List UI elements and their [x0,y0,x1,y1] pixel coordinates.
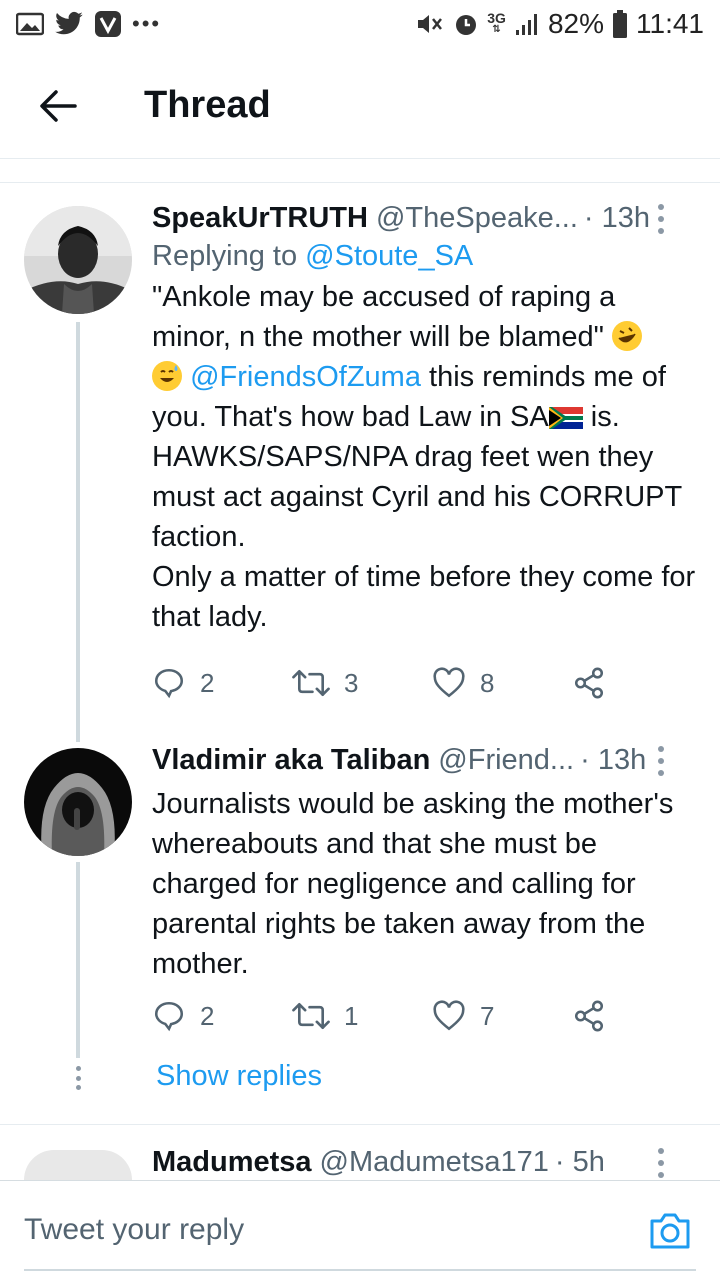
divider [0,158,720,159]
v-app-notification-icon [94,10,122,38]
avatar[interactable] [24,748,132,856]
tweet-actions: 2 1 7 [152,999,606,1033]
reply-input[interactable]: Tweet your reply [24,1213,244,1247]
reply-icon [154,1001,184,1032]
share-icon [574,667,604,699]
tweet-header: Vladimir aka Taliban @Friend... · 13h [152,740,696,780]
retweet-icon [292,1002,330,1030]
share-button[interactable] [572,999,606,1033]
more-options-icon[interactable] [656,204,666,234]
thread-connector [76,862,80,1058]
reply-count: 2 [200,1000,215,1031]
user-name[interactable]: Madumetsa [152,1146,312,1179]
user-handle[interactable]: @Friend... [438,744,574,777]
mention-link[interactable]: @FriendsOfZuma [190,361,421,393]
reply-button[interactable]: 2 [152,999,292,1033]
retweet-button[interactable]: 3 [292,668,432,699]
input-underline [24,1269,696,1271]
page-title: Thread [144,84,271,126]
reply-icon [154,668,184,699]
arrow-left-icon [40,90,77,122]
network-type: 3G ⇅ [487,10,506,35]
tweet-time: · 13h [580,743,647,776]
grinning-sweat-emoji-icon [152,361,182,391]
more-notifications-icon: ••• [132,11,162,36]
tweet-text: "Ankole may be accused of raping a minor… [152,281,696,633]
mute-icon [415,11,445,37]
like-button[interactable]: 7 [432,1000,572,1032]
battery-icon [612,9,628,39]
avatar[interactable] [24,206,132,314]
retweet-icon [292,669,330,697]
tweet[interactable]: SpeakUrTRUTH @TheSpeake... · 13h Replyin… [152,198,696,637]
retweet-count: 1 [344,1000,359,1031]
tweet[interactable]: Madumetsa @Madumetsa171 · 5h [152,1142,696,1182]
user-handle[interactable]: @TheSpeake... [376,202,578,235]
share-button[interactable] [572,666,606,700]
back-button[interactable] [36,84,80,128]
battery-percent: 82% [547,8,604,39]
reply-composer[interactable]: Tweet your reply [0,1180,720,1280]
gallery-notification-icon [16,12,44,36]
replying-to: Replying to @Stoute_SA [152,240,474,272]
retweet-count: 3 [344,667,359,698]
clock: 11:41 [636,8,704,39]
like-count: 7 [480,1000,495,1031]
reply-button[interactable]: 2 [152,666,292,700]
heart-icon [433,1000,465,1031]
south-africa-flag-icon [548,407,583,429]
share-icon [574,1000,604,1032]
divider [0,182,720,183]
more-options-icon[interactable] [656,746,666,776]
tweet-time: · 5h [554,1145,605,1178]
tweet[interactable]: Vladimir aka Taliban @Friend... · 13h Jo… [152,740,696,984]
camera-icon[interactable] [648,1211,692,1251]
status-bar: ••• 3G ⇅ 82% 11:41 [0,0,720,48]
tweet-header: Madumetsa @Madumetsa171 · 5h [152,1142,696,1182]
heart-icon [433,667,465,698]
like-button[interactable]: 8 [432,667,572,699]
twitter-notification-icon [54,11,84,37]
more-options-icon[interactable] [656,1148,666,1178]
like-count: 8 [480,667,495,698]
tweet-actions: 2 3 8 [152,666,606,700]
user-name[interactable]: SpeakUrTRUTH [152,202,368,235]
reply-count: 2 [200,667,215,698]
tweet-header: SpeakUrTRUTH @TheSpeake... · 13h [152,198,696,238]
show-replies-link[interactable]: Show replies [156,1060,322,1093]
more-replies-dots-icon [74,1066,82,1090]
retweet-button[interactable]: 1 [292,1001,432,1032]
tweet-time: · 13h [583,201,650,234]
thread-connector [76,322,80,742]
user-name[interactable]: Vladimir aka Taliban [152,744,430,777]
app-header: Thread [0,60,720,150]
mention-link[interactable]: @Stoute_SA [305,240,473,272]
divider [0,1124,720,1125]
signal-icon [514,12,540,36]
user-handle[interactable]: @Madumetsa171 [320,1146,549,1179]
tweet-text: Journalists would be asking the mother's… [152,788,674,980]
rolling-laughing-emoji-icon [612,321,643,351]
alarm-icon [453,11,479,37]
avatar[interactable] [24,1150,132,1180]
